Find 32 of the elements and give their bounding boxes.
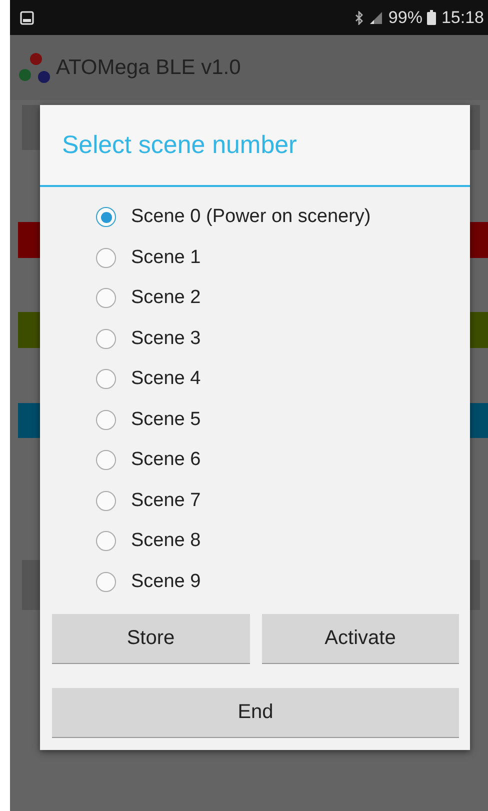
option-label[interactable]: Scene 4 — [131, 368, 201, 390]
store-button[interactable]: Store — [52, 614, 250, 664]
radio-button[interactable] — [96, 288, 116, 308]
dialog-title: Select scene number — [40, 105, 470, 187]
end-button[interactable]: End — [52, 688, 459, 738]
option-label[interactable]: Scene 1 — [131, 246, 201, 269]
battery-icon — [427, 10, 436, 25]
radio-button[interactable] — [96, 490, 116, 511]
radio-button[interactable] — [96, 328, 116, 349]
bluetooth-icon — [354, 10, 364, 24]
radio-button[interactable] — [96, 450, 116, 470]
option-label[interactable]: Scene 2 — [131, 287, 201, 310]
radio-button[interactable] — [96, 531, 116, 552]
radio-button[interactable] — [96, 369, 116, 390]
battery-percentage: 99% — [388, 8, 422, 28]
signal-icon — [369, 10, 384, 24]
radio-button[interactable] — [96, 410, 116, 430]
option-label[interactable]: Scene 7 — [131, 490, 201, 512]
option-label[interactable]: Scene 6 — [131, 449, 201, 472]
activate-button[interactable]: Activate — [262, 614, 459, 664]
option-label[interactable]: Scene 8 — [131, 530, 201, 552]
radio-button[interactable] — [96, 572, 116, 592]
logo-icon — [18, 52, 52, 84]
app-title: ATOMega BLE v1.0 — [56, 56, 241, 80]
radio-button[interactable] — [96, 248, 116, 268]
radio-button[interactable] — [96, 207, 116, 228]
option-label[interactable]: Scene 3 — [131, 328, 201, 350]
option-label[interactable]: Scene 5 — [131, 408, 201, 431]
option-label[interactable]: Scene 0 (Power on scenery) — [131, 206, 371, 228]
image-icon — [20, 10, 34, 24]
clock-time: 15:18 — [441, 8, 484, 28]
option-label[interactable]: Scene 9 — [131, 570, 201, 593]
